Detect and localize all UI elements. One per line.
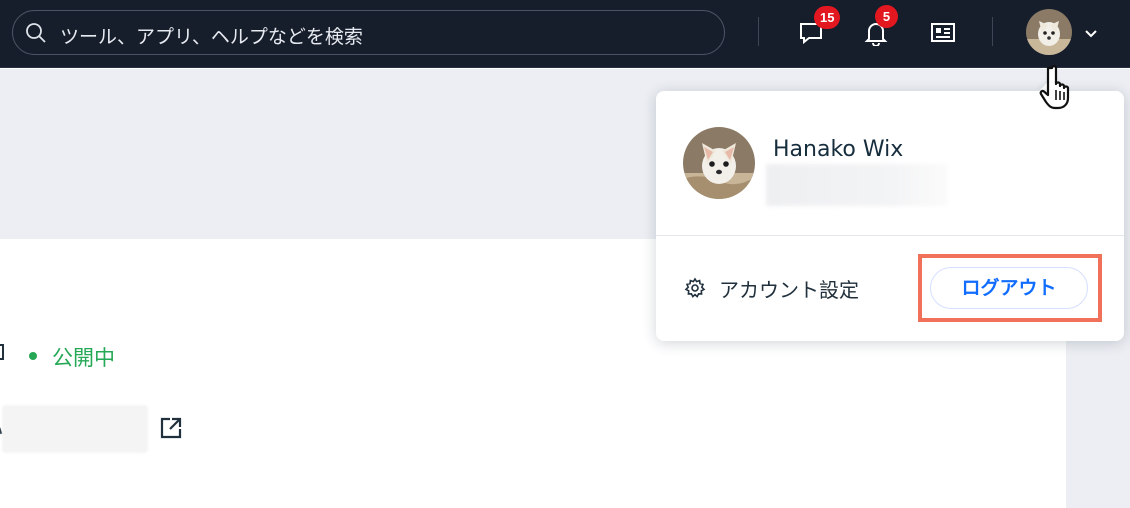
top-bar: ツール、アプリ、ヘルプなどを検索 15 5 — [0, 0, 1130, 68]
gear-icon — [684, 277, 706, 298]
divider — [758, 17, 759, 46]
account-dropdown: Hanako Wix アカウント設定 ログアウト — [656, 91, 1124, 341]
business-card-button[interactable] — [924, 14, 960, 50]
notifications-badge: 5 — [875, 5, 898, 28]
calendar-icon — [0, 344, 4, 360]
dropdown-divider — [656, 235, 1124, 236]
user-name: Hanako Wix — [773, 137, 904, 162]
chevron-down-icon[interactable] — [1082, 24, 1100, 42]
avatar — [683, 127, 755, 199]
external-link-icon[interactable] — [158, 415, 184, 441]
divider — [992, 17, 993, 46]
avatar-dog-image — [683, 127, 755, 199]
id-card-icon — [931, 23, 955, 42]
search-placeholder: ツール、アプリ、ヘルプなどを検索 — [60, 26, 363, 48]
search-icon — [26, 23, 46, 43]
status-text: 公開中 — [52, 346, 115, 370]
account-settings-label: アカウント設定 — [719, 278, 859, 302]
hand-cursor-icon — [1039, 65, 1070, 110]
user-email-redacted — [766, 164, 948, 206]
status-dot — [29, 352, 37, 360]
user-avatar-button[interactable] — [1026, 9, 1072, 55]
site-url-redacted — [2, 405, 148, 453]
search-input[interactable]: ツール、アプリ、ヘルプなどを検索 — [12, 10, 725, 55]
avatar-dog-image — [1026, 9, 1072, 55]
messages-badge: 15 — [814, 6, 841, 29]
logout-button[interactable]: ログアウト — [930, 267, 1088, 309]
